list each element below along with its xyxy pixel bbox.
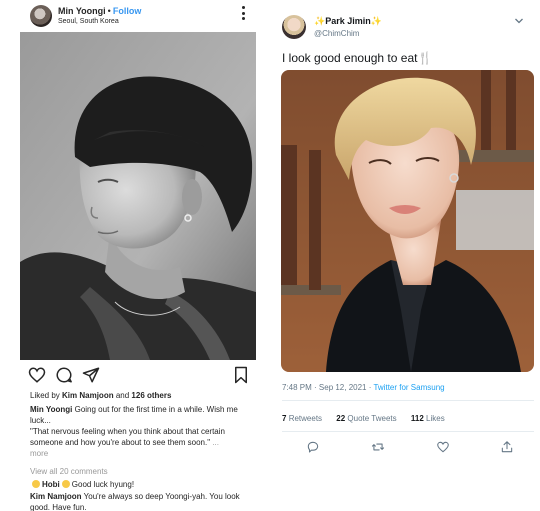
username[interactable]: Min Yoongi <box>58 6 106 16</box>
location-label[interactable]: Seoul, South Korea <box>58 18 119 25</box>
tweet-stats: 7 Retweets 22 Quote Tweets 112 Likes <box>282 414 457 423</box>
tweet-text-body: I look good enough to eat <box>282 51 418 65</box>
retweet-icon[interactable] <box>371 440 385 454</box>
avatar[interactable] <box>282 15 306 39</box>
display-name-text: Park Jimin <box>325 16 371 26</box>
display-name[interactable]: ✨Park Jimin✨ <box>314 16 382 27</box>
caption-ellipsis: ... <box>212 438 219 447</box>
tweet-meta: 7:48 PM · Sep 12, 2021 · Twitter for Sam… <box>282 383 445 392</box>
caption: Min Yoongi Going out for the first time … <box>30 404 252 459</box>
quotes-label: Quote Tweets <box>347 414 397 423</box>
likes-label: Likes <box>426 414 445 423</box>
emoji-icon <box>32 480 40 488</box>
post-header: Min Yoongi • Follow Seoul, South Korea <box>20 4 256 28</box>
share-icon[interactable] <box>500 440 514 454</box>
likes-summary: Liked by Kim Namjoon and 126 others <box>30 391 171 400</box>
sparkle-icon: ✨ <box>314 16 326 26</box>
likes-count: 112 <box>410 414 424 423</box>
avatar[interactable] <box>30 5 52 27</box>
sparkle-icon: ✨ <box>370 16 382 26</box>
quotes-count: 22 <box>336 414 346 423</box>
fork-knife-icon: 🍴 <box>417 51 433 65</box>
timestamp[interactable]: 7:48 PM · Sep 12, 2021 · <box>282 383 371 392</box>
likes-middle: and <box>115 391 130 400</box>
comment-author[interactable]: Kim Namjoon <box>30 492 82 501</box>
handle[interactable]: @ChimChim <box>314 29 359 38</box>
heart-icon[interactable] <box>436 440 450 454</box>
separator: • <box>107 6 111 16</box>
emoji-icon <box>61 480 70 488</box>
caption-author[interactable]: Min Yoongi <box>30 405 72 414</box>
caption-line-2: "That nervous feeling when you think abo… <box>30 427 225 447</box>
source-link[interactable]: Twitter for Samsung <box>373 383 444 392</box>
likes-stat[interactable]: 112 Likes <box>411 414 445 423</box>
instagram-post: Min Yoongi • Follow Seoul, South Korea L… <box>20 0 256 511</box>
comment-author[interactable]: Hobi <box>42 480 60 489</box>
paper-plane-icon[interactable] <box>82 366 100 384</box>
more-dots-icon[interactable] <box>242 6 246 20</box>
likes-count-link[interactable]: 126 others <box>131 391 171 400</box>
username-row: Min Yoongi • Follow <box>58 6 141 16</box>
comment-text: Good luck hyung! <box>71 480 135 489</box>
post-photo[interactable] <box>20 32 256 360</box>
post-actions <box>28 366 252 386</box>
chevron-down-icon[interactable] <box>514 16 524 26</box>
divider <box>282 431 534 432</box>
tweet-text: I look good enough to eat🍴 <box>282 51 432 65</box>
caption-more-link[interactable]: more <box>30 449 48 458</box>
likes-prefix: Liked by <box>30 391 60 400</box>
retweets-stat[interactable]: 7 Retweets <box>282 414 322 423</box>
retweets-label: Retweets <box>288 414 323 423</box>
tweet-photo[interactable] <box>281 70 534 372</box>
heart-icon[interactable] <box>28 366 46 384</box>
comment-icon[interactable] <box>55 366 73 384</box>
view-all-comments-link[interactable]: View all 20 comments <box>30 467 108 476</box>
reply-icon[interactable] <box>306 440 320 454</box>
divider <box>282 400 534 401</box>
bookmark-icon[interactable] <box>232 366 250 384</box>
first-liker-link[interactable]: Kim Namjoon <box>62 391 114 400</box>
comment-item: Kim Namjoon You're always so deep Yoongi… <box>30 491 252 511</box>
retweets-count: 7 <box>282 414 287 423</box>
quote-tweets-stat[interactable]: 22 Quote Tweets <box>336 414 396 423</box>
tweet: ✨Park Jimin✨ @ChimChim I look good enoug… <box>276 0 540 511</box>
tweet-actions <box>282 440 534 456</box>
follow-button[interactable]: Follow <box>113 6 142 16</box>
comment-item: Hobi Good luck hyung! <box>30 479 252 490</box>
